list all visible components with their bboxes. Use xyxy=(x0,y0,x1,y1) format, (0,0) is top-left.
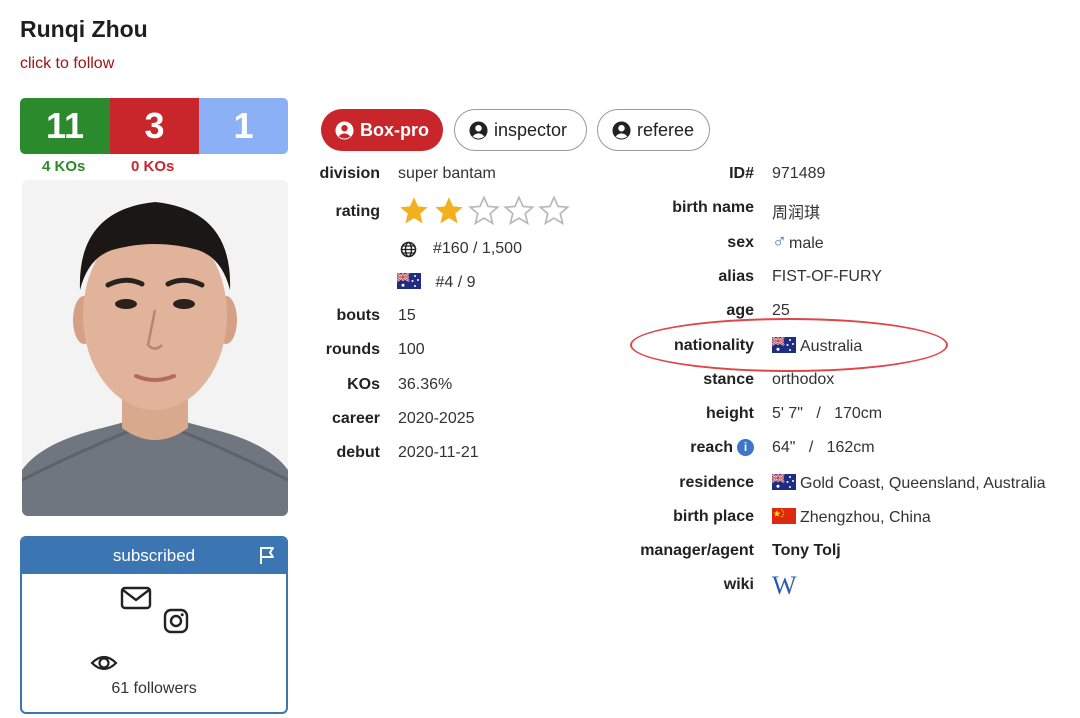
wiki-label: wiki xyxy=(723,576,754,593)
debut-label: debut xyxy=(336,444,380,461)
flag-icon[interactable] xyxy=(257,545,277,565)
wikipedia-icon[interactable]: W xyxy=(772,571,797,601)
male-icon: ♂ xyxy=(772,231,787,253)
reach-label: reach i xyxy=(590,439,754,457)
kos-value: 36.36% xyxy=(398,376,453,393)
australia-flag-icon xyxy=(772,474,796,490)
subscribe-card: subscribed 61 followers xyxy=(20,536,288,714)
star-empty-icon xyxy=(503,196,535,226)
stance-label: stance xyxy=(703,371,754,388)
birth-place-value: Zhengzhou, China xyxy=(800,509,931,526)
user-icon xyxy=(612,120,631,140)
age-label: age xyxy=(726,302,754,319)
height-value: 5' 7" / 170cm xyxy=(772,405,883,422)
record-summary: 11 3 1 xyxy=(20,98,288,154)
height-label: height xyxy=(706,405,754,422)
rating-stars xyxy=(398,196,570,226)
division-label: division xyxy=(319,165,380,182)
birth-name-label: birth name xyxy=(672,199,754,216)
losses-count: 3 xyxy=(110,98,199,154)
role-inspector-label: inspector xyxy=(494,119,568,140)
role-box-pro-label: Box-pro xyxy=(360,119,429,140)
subscribe-header[interactable]: subscribed xyxy=(22,538,286,574)
globe-icon xyxy=(400,241,417,258)
national-rank[interactable]: #4 / 9 xyxy=(397,273,475,292)
sex-row: ♂ male xyxy=(772,231,824,254)
residence-label: residence xyxy=(679,474,754,491)
followers-count: 61 followers xyxy=(111,680,197,697)
boxer-name: Runqi Zhou xyxy=(20,16,148,42)
role-box-pro-button[interactable]: Box-pro xyxy=(321,109,443,151)
career-value: 2020-2025 xyxy=(398,410,475,427)
alias-value: FIST-OF-FURY xyxy=(772,268,882,285)
instagram-icon[interactable] xyxy=(163,608,189,634)
rounds-value: 100 xyxy=(398,341,425,358)
manager-value[interactable]: Tony Tolj xyxy=(772,542,841,560)
world-rank-value[interactable]: #160 / 1,500 xyxy=(433,240,522,258)
subscribe-label: subscribed xyxy=(112,546,196,565)
role-referee-label: referee xyxy=(637,119,695,140)
manager-label: manager/agent xyxy=(640,542,754,559)
sex-value: male xyxy=(789,235,824,252)
kos-label: KOs xyxy=(347,376,380,393)
sex-label: sex xyxy=(727,234,754,251)
boxer-photo xyxy=(22,180,288,516)
rounds-label: rounds xyxy=(325,341,380,358)
id-value: 971489 xyxy=(772,165,826,182)
losses-ko-count: 0 KOs xyxy=(131,158,175,175)
australia-flag-icon xyxy=(397,273,421,289)
residence-value: Gold Coast, Queensland, Australia xyxy=(800,475,1046,492)
star-filled-icon xyxy=(400,197,428,224)
china-flag-icon xyxy=(772,508,796,524)
rating-label: rating xyxy=(335,203,380,220)
national-rank-value: #4 / 9 xyxy=(435,274,476,291)
wins-count: 11 xyxy=(20,98,110,154)
info-icon[interactable]: i xyxy=(737,439,754,456)
role-referee-button[interactable]: referee xyxy=(597,109,710,151)
mail-icon[interactable] xyxy=(120,586,152,610)
eye-icon xyxy=(90,655,118,671)
bouts-label: bouts xyxy=(336,307,380,324)
draws-count: 1 xyxy=(199,98,288,154)
role-inspector-button[interactable]: inspector xyxy=(454,109,587,151)
alias-label: alias xyxy=(718,268,754,285)
star-filled-icon xyxy=(435,197,463,224)
debut-value: 2020-11-21 xyxy=(398,444,479,461)
follow-link[interactable]: click to follow xyxy=(20,55,114,73)
birth-place-label: birth place xyxy=(673,508,754,525)
birth-place-row[interactable]: Zhengzhou, China xyxy=(772,508,931,527)
reach-label-text: reach xyxy=(690,439,733,456)
birth-name-value: 周润琪 xyxy=(772,205,821,222)
star-empty-icon xyxy=(468,196,500,226)
division-value: super bantam xyxy=(398,165,496,182)
bouts-value: 15 xyxy=(398,307,416,324)
highlight-ellipse xyxy=(630,318,948,372)
career-label: career xyxy=(331,410,380,427)
star-empty-icon xyxy=(538,196,570,226)
id-label: ID# xyxy=(729,165,754,182)
residence-row[interactable]: Gold Coast, Queensland, Australia xyxy=(772,474,1045,493)
stance-value: orthodox xyxy=(772,371,835,388)
reach-value: 64" / 162cm xyxy=(772,439,875,456)
user-icon xyxy=(469,120,488,140)
user-icon xyxy=(335,120,354,140)
wins-ko-count: 4 KOs xyxy=(42,158,86,175)
